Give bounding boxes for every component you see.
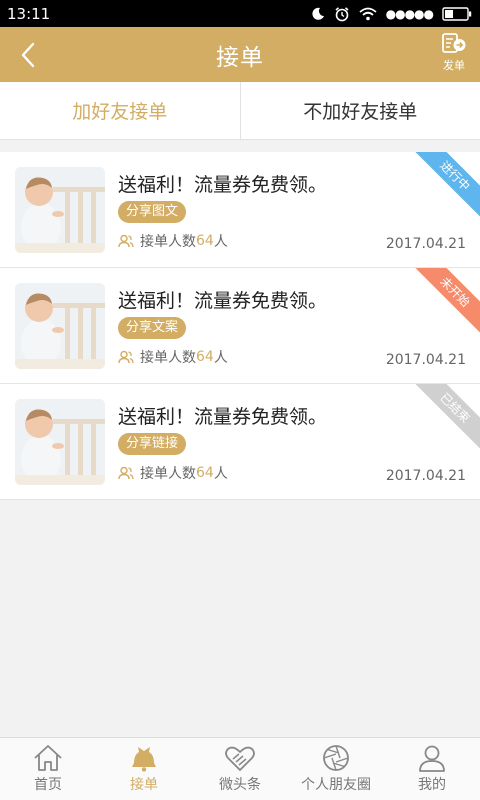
status-icons: ●●●●● [311,6,472,22]
baby-image [15,283,105,369]
status-ribbon: 未开始 [413,268,480,334]
participant-count: 64 [196,349,214,365]
aperture-icon [323,745,349,771]
order-list: 送福利！流量券免费领。 分享图文 接单人数 64 人 2017.04.21 进行中 … [0,152,480,500]
order-card[interactable]: 送福利！流量券免费领。 分享链接 接单人数 64 人 2017.04.21 已结束 [0,384,480,500]
wifi-icon [359,7,377,20]
users-icon [118,234,134,248]
order-stats: 接单人数 64 人 [118,231,228,251]
segment-add-friend[interactable]: 加好友接单 [0,82,240,139]
heart-hands-icon [225,746,255,771]
order-date: 2017.04.21 [385,468,466,484]
tab-orders[interactable]: 接单 [96,738,192,800]
home-icon [34,745,62,771]
status-bar: 13:11 ●●●●● [0,0,480,27]
stat-prefix: 接单人数 [140,234,196,250]
tab-moments[interactable]: 个人朋友圈 [288,738,384,800]
tab-label: 个人朋友圈 [301,777,371,793]
moon-icon [312,7,324,20]
order-thumbnail [15,399,105,485]
users-icon [118,350,134,364]
baby-image [15,399,105,485]
order-card[interactable]: 送福利！流量券免费领。 分享图文 接单人数 64 人 2017.04.21 进行中 [0,152,480,268]
status-time: 13:11 [7,4,51,23]
tab-home[interactable]: 首页 [0,738,96,800]
dispatch-icon [442,33,466,53]
order-thumbnail [15,283,105,369]
tab-label: 我的 [418,777,446,793]
page-title: 接单 [216,44,264,71]
chevron-left-icon [21,42,35,68]
tab-label: 接单 [130,777,158,793]
participant-count: 64 [196,465,214,481]
order-card[interactable]: 送福利！流量券免费领。 分享文案 接单人数 64 人 2017.04.21 未开始 [0,268,480,384]
order-type-tag: 分享链接 [118,433,187,455]
tab-label: 微头条 [219,777,261,793]
order-type-tag: 分享文案 [118,317,187,339]
order-title: 送福利！流量券免费领。 [118,406,328,428]
stat-prefix: 接单人数 [140,350,196,366]
tab-label: 首页 [34,777,62,793]
users-icon [118,466,134,480]
stat-prefix: 接单人数 [140,466,196,482]
order-date: 2017.04.21 [385,352,466,368]
stat-suffix: 人 [213,350,228,366]
segment-control: 加好友接单 不加好友接单 [0,82,480,140]
back-button[interactable] [8,35,48,75]
stat-suffix: 人 [213,466,228,482]
tab-profile[interactable]: 我的 [384,738,480,800]
app-header: 接单 发单 [0,27,480,82]
order-title: 送福利！流量券免费领。 [118,290,328,312]
dispatch-label: 发单 [443,59,465,72]
status-ribbon: 进行中 [413,152,480,218]
bottom-tab-bar: 首页 接单 微头条 个人朋友圈 我的 [0,737,480,800]
stat-suffix: 人 [213,234,228,250]
baby-image [15,167,105,253]
order-stats: 接单人数 64 人 [118,463,228,483]
tab-micro-headlines[interactable]: 微头条 [192,738,288,800]
order-thumbnail [15,167,105,253]
alarm-icon [335,6,349,21]
bell-icon [132,747,156,772]
status-ribbon: 已结束 [413,384,480,450]
order-title: 送福利！流量券免费领。 [118,174,328,196]
participant-count: 64 [196,233,214,249]
order-date: 2017.04.21 [385,236,466,252]
order-stats: 接单人数 64 人 [118,347,228,367]
order-type-tag: 分享图文 [118,201,187,223]
battery-icon [442,6,472,21]
dispatch-button[interactable]: 发单 [438,32,470,78]
signal-icon: ●●●●● [385,6,434,21]
user-icon [419,745,445,772]
segment-no-friend[interactable]: 不加好友接单 [241,82,480,139]
